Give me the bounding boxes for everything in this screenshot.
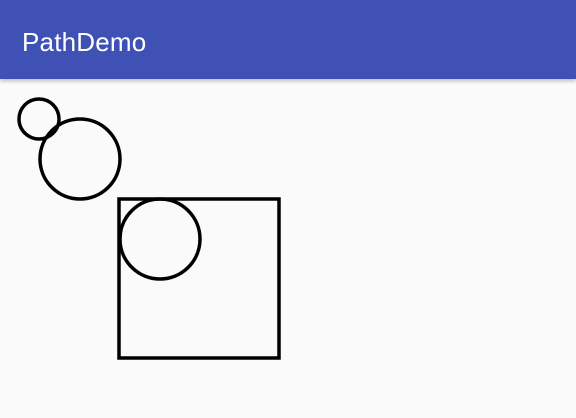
app-title: PathDemo [22,27,147,57]
square [117,197,281,360]
app-bar: PathDemo [0,0,576,79]
inner-circle [118,197,202,281]
medium-circle [38,117,122,201]
path-drawing [17,97,281,360]
small-circle [17,97,61,141]
drawing-canvas[interactable] [0,79,576,418]
